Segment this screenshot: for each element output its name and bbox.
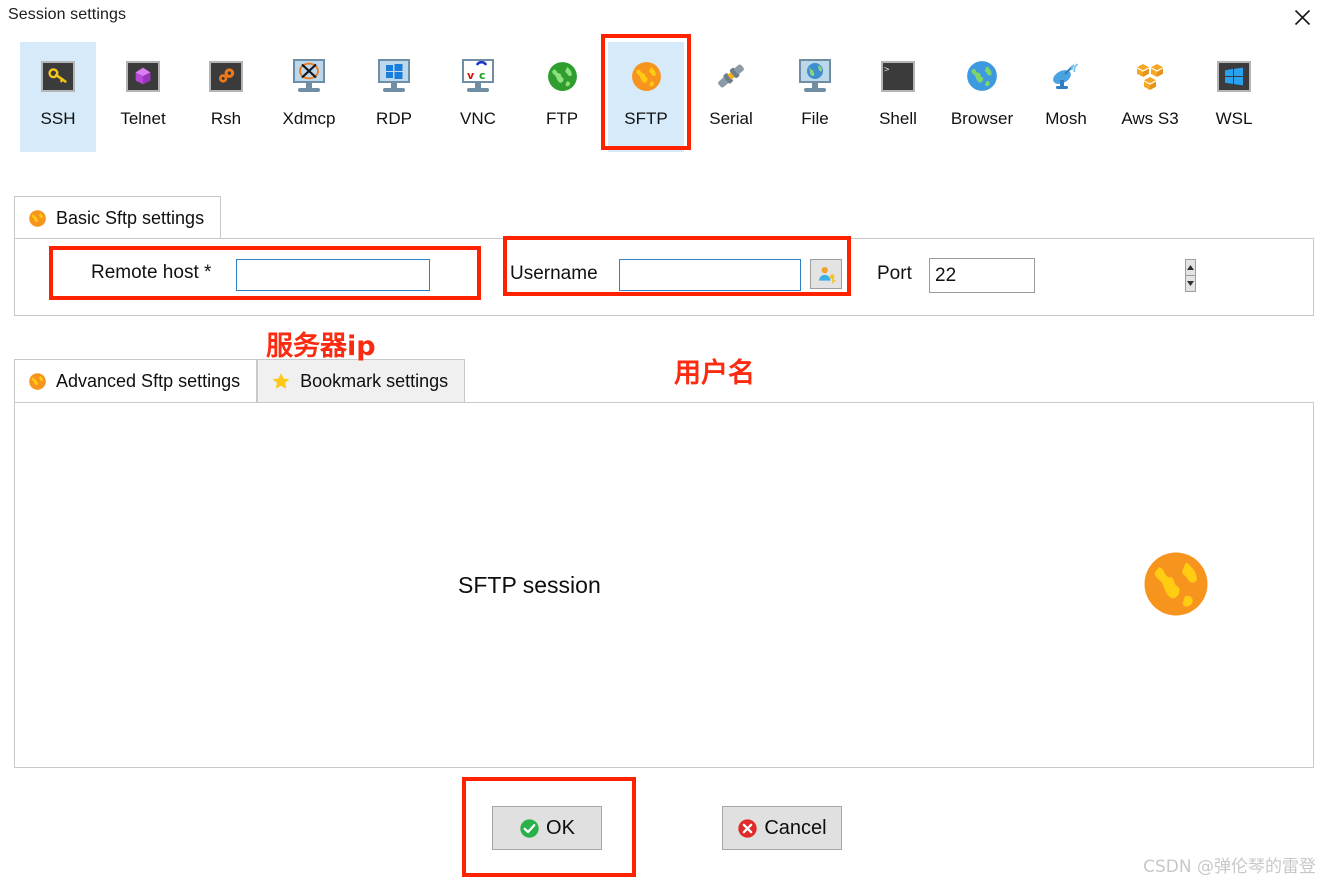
tab-basic-sftp-settings[interactable]: Basic Sftp settings: [14, 196, 222, 240]
user-key-icon[interactable]: [810, 259, 842, 289]
session-type-wsl[interactable]: WSL: [1196, 42, 1272, 152]
session-type-label: VNC: [460, 109, 496, 128]
watermark: CSDN @弹伦琴的雷登: [1143, 857, 1316, 877]
tab-bookmark-settings[interactable]: Bookmark settings: [257, 359, 466, 402]
session-type-label: Xdmcp: [282, 109, 336, 128]
window-title: Session settings: [8, 6, 127, 23]
session-type-label: Shell: [879, 109, 917, 128]
advanced-settings-tabstrip: Advanced Sftp settings Bookmark settings: [14, 359, 466, 402]
session-type-shell[interactable]: > Shell: [860, 42, 936, 152]
close-icon[interactable]: [1282, 2, 1322, 32]
session-type-rdp[interactable]: RDP: [356, 42, 432, 152]
cancel-button[interactable]: Cancel: [722, 806, 842, 850]
port-label: Port: [877, 263, 912, 284]
ssh-key-icon: [38, 56, 78, 96]
session-type-label: Mosh: [1045, 109, 1087, 128]
session-type-browser[interactable]: Browser: [944, 42, 1020, 152]
session-type-label: FTP: [545, 109, 579, 128]
port-stepper[interactable]: [929, 258, 1196, 293]
session-type-label: WSL: [1215, 109, 1253, 128]
annotation-username: 用户名: [674, 358, 755, 389]
username-label: Username: [510, 263, 598, 284]
ok-button[interactable]: OK: [492, 806, 602, 850]
svg-text:c: c: [479, 69, 486, 82]
tab-label: Bookmark settings: [300, 370, 449, 391]
remote-host-input[interactable]: [236, 259, 430, 291]
session-settings-dialog: Session settings SSH Telnet Rsh Xdmcp RD…: [0, 0, 1330, 885]
session-type-xdmcp[interactable]: Xdmcp: [271, 42, 347, 152]
serial-plug-icon: [711, 56, 751, 96]
username-input[interactable]: [619, 259, 801, 291]
red-x-icon: [737, 818, 758, 839]
orange-globe-icon: [28, 209, 47, 228]
session-type-serial[interactable]: Serial: [693, 42, 769, 152]
file-monitor-icon: [795, 56, 835, 96]
basic-settings-panel: Remote host * Username Port: [14, 238, 1314, 316]
port-input[interactable]: [930, 259, 1185, 292]
session-type-label: Aws S3: [1121, 109, 1179, 128]
rsh-gears-icon: [206, 56, 246, 96]
ftp-globe-icon: [542, 56, 582, 96]
ok-button-label: OK: [546, 816, 575, 839]
svg-text:v: v: [467, 69, 475, 82]
yellow-star-icon: [271, 371, 291, 391]
remote-host-label: Remote host *: [91, 262, 212, 283]
triangle-up-icon[interactable]: [1185, 259, 1196, 275]
tab-advanced-sftp-settings[interactable]: Advanced Sftp settings: [14, 359, 258, 402]
tab-label: Basic Sftp settings: [56, 208, 205, 228]
session-type-sftp[interactable]: SFTP: [608, 42, 684, 152]
vnc-monitor-icon: v c: [458, 56, 498, 96]
title-bar: Session settings: [0, 0, 1330, 36]
svg-text:>: >: [884, 65, 890, 75]
session-type-label: Browser: [950, 109, 1014, 128]
tab-label: Advanced Sftp settings: [56, 370, 241, 391]
sftp-globe-icon: [626, 56, 666, 96]
session-type-mosh[interactable]: Mosh: [1028, 42, 1104, 152]
session-type-aws-s3[interactable]: Aws S3: [1112, 42, 1188, 152]
session-type-label: Telnet: [120, 109, 166, 128]
rdp-monitor-icon: [374, 56, 414, 96]
session-type-toolbar: SSH Telnet Rsh Xdmcp RDP v c VNC FTP SFT…: [0, 36, 1330, 158]
telnet-cube-icon: [123, 56, 163, 96]
session-type-label: Rsh: [210, 109, 242, 128]
session-type-file[interactable]: File: [777, 42, 853, 152]
session-type-label: SSH: [40, 109, 76, 128]
sftp-session-caption: SFTP session: [458, 572, 601, 598]
session-type-label: Serial: [709, 109, 753, 128]
session-type-vnc[interactable]: v c VNC: [440, 42, 516, 152]
session-type-label: SFTP: [624, 109, 668, 128]
browser-globe-icon: [962, 56, 1002, 96]
wsl-windows-icon: [1214, 56, 1254, 96]
annotation-server-ip: 服务器ip: [266, 331, 376, 362]
basic-settings-tabstrip: Basic Sftp settings: [14, 194, 222, 240]
triangle-down-icon[interactable]: [1185, 275, 1196, 292]
shell-prompt-icon: >: [878, 56, 918, 96]
session-type-telnet[interactable]: Telnet: [105, 42, 181, 152]
session-type-ftp[interactable]: FTP: [524, 42, 600, 152]
advanced-settings-panel: SFTP session: [14, 402, 1314, 768]
session-type-ssh[interactable]: SSH: [20, 42, 96, 152]
xdmcp-monitor-icon: [289, 56, 329, 96]
orange-globe-large-icon: [1140, 548, 1212, 625]
mosh-satellite-icon: [1046, 56, 1086, 96]
green-check-icon: [519, 818, 540, 839]
session-type-rsh[interactable]: Rsh: [188, 42, 264, 152]
session-type-label: RDP: [376, 109, 412, 128]
cancel-button-label: Cancel: [764, 816, 827, 839]
aws-s3-cubes-icon: [1130, 56, 1170, 96]
orange-globe-icon: [28, 372, 47, 391]
session-type-label: File: [801, 109, 829, 128]
